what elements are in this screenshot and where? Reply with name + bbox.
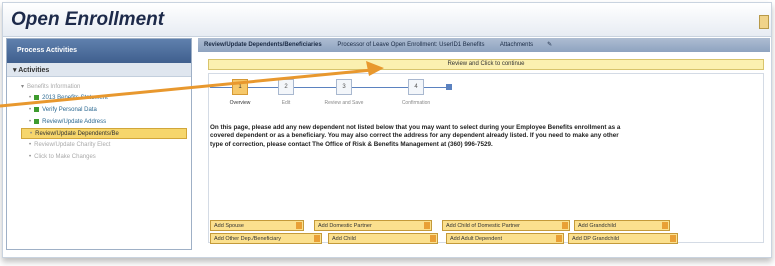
main-header-title: Review/Update Dependents/Beneficiaries <box>204 42 322 48</box>
step-4-box[interactable]: 4 <box>408 79 424 95</box>
sidebar-item-benefits-statement[interactable]: • 2013 Benefits Statement <box>7 92 191 104</box>
sidebar-item-review-update-address[interactable]: • Review/Update Address <box>7 116 191 128</box>
review-and-continue-button[interactable]: Review and Click to continue <box>208 59 764 70</box>
activity-list: ▾ Benefits Information • 2013 Benefits Sta… <box>7 77 191 163</box>
completed-icon <box>34 119 40 124</box>
step-2-box[interactable]: 2 <box>278 79 294 95</box>
roadmap-end-marker <box>446 84 452 90</box>
step-2-label: Edit <box>281 100 291 106</box>
instructions-text: On this page, please add any new depende… <box>210 124 621 148</box>
dropdown-arrow-icon <box>562 222 568 229</box>
sidebar-item-review-update-dependents[interactable]: • Review/Update Dependents/Be <box>21 128 187 139</box>
attachments-link[interactable]: Attachments <box>500 42 533 48</box>
add-child-of-domestic-partner-button[interactable]: Add Child of Domestic Partner <box>442 220 570 231</box>
main-panel: Review/Update Dependents/Beneficiaries P… <box>198 38 770 250</box>
sidebar-item-review-update-charity[interactable]: • Review/Update Charity Elect <box>7 139 191 151</box>
completed-icon <box>34 107 40 112</box>
title-bar: Open Enrollment <box>3 3 771 37</box>
completed-icon <box>34 95 40 100</box>
step-roadmap: 1 2 3 4 Overview Edit Review and Save Co… <box>210 78 460 108</box>
dropdown-arrow-icon <box>556 235 562 242</box>
main-header-process: Processor of Leave Open Enrollment: User… <box>337 42 485 48</box>
main-header: Review/Update Dependents/Beneficiaries P… <box>198 38 770 52</box>
sidebar-item-verify-personal-data[interactable]: • Verify Personal Data <box>7 104 191 116</box>
sidebar-item-click-to-make-changes[interactable]: • Click to Make Changes <box>7 151 191 163</box>
add-child-button[interactable]: Add Child <box>328 233 438 244</box>
add-spouse-button[interactable]: Add Spouse <box>210 220 304 231</box>
dropdown-arrow-icon <box>296 222 302 229</box>
add-dp-grandchild-button[interactable]: Add DP Grandchild <box>568 233 678 244</box>
step-3-box[interactable]: 3 <box>336 79 352 95</box>
dropdown-arrow-icon <box>662 222 668 229</box>
dropdown-arrow-icon <box>424 222 430 229</box>
step-1-label: Overview <box>229 100 251 106</box>
sidebar-section-activities[interactable]: ▾ Activities <box>7 63 191 77</box>
dropdown-arrow-icon <box>670 235 676 242</box>
expand-icon: ▾ <box>21 84 25 90</box>
step-3-label: Review and Save <box>324 100 364 106</box>
window-control-button[interactable] <box>759 15 769 29</box>
attachment-icon[interactable]: ✎ <box>547 42 552 48</box>
step-4-label: Confirmation <box>401 100 431 106</box>
add-domestic-partner-button[interactable]: Add Domestic Partner <box>314 220 432 231</box>
sidebar-group-benefits-information[interactable]: ▾ Benefits Information <box>7 80 191 92</box>
page-title: Open Enrollment <box>11 9 165 30</box>
process-activities-sidebar: Process Activities ▾ Activities ▾ Benefit… <box>6 38 192 250</box>
dropdown-arrow-icon <box>314 235 320 242</box>
sidebar-header: Process Activities <box>7 39 191 63</box>
add-other-dependent-button[interactable]: Add Other Dep./Beneficiary <box>210 233 322 244</box>
step-1-box[interactable]: 1 <box>232 79 248 95</box>
add-grandchild-button[interactable]: Add Grandchild <box>574 220 670 231</box>
dropdown-arrow-icon <box>430 235 436 242</box>
add-adult-dependent-button[interactable]: Add Adult Dependent <box>446 233 564 244</box>
